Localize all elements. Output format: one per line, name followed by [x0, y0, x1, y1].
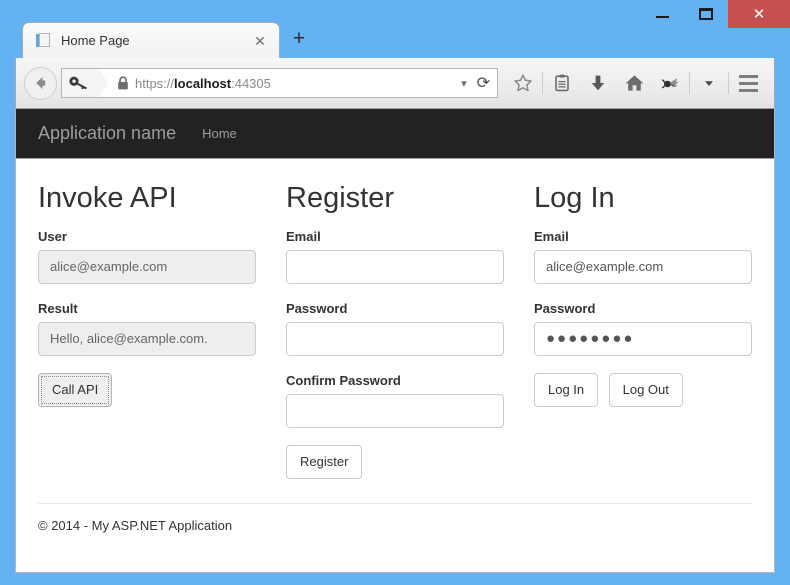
log-in-button[interactable]: Log In — [534, 372, 599, 407]
field-login-password: Password ●●●●●●●● — [534, 301, 752, 356]
register-confirm-password-input[interactable] — [286, 393, 504, 428]
back-button[interactable] — [24, 66, 57, 100]
result-input[interactable]: Hello, alice@example.com. — [38, 321, 256, 356]
reload-icon[interactable]: ⟳ — [477, 73, 490, 93]
bookmark-star-icon[interactable] — [505, 66, 541, 100]
tab-close-icon[interactable]: ✕ — [251, 32, 269, 50]
close-button[interactable]: ✕ — [728, 0, 790, 28]
register-buttons: Register — [286, 444, 504, 479]
home-icon[interactable] — [616, 66, 652, 100]
window-controls: ✕ — [640, 0, 790, 28]
login-password-input[interactable]: ●●●●●●●● — [534, 321, 752, 356]
browser-toolbar: https://localhost:44305 ▾ ⟳ — [15, 58, 775, 109]
downloads-icon[interactable] — [580, 66, 616, 100]
register-button[interactable]: Register — [286, 444, 363, 479]
page-icon — [35, 32, 52, 49]
page-footer: © 2014 - My ASP.NET Application — [38, 502, 752, 533]
new-tab-button[interactable]: + — [282, 22, 316, 56]
column-login: Log In Email alice@example.com Password … — [534, 177, 752, 479]
minimize-button[interactable] — [640, 0, 684, 28]
site-navbar: Application name Home — [16, 109, 774, 159]
extension-bug-icon[interactable] — [652, 66, 688, 100]
field-result: Result Hello, alice@example.com. — [38, 301, 256, 356]
label-login-email: Email — [534, 228, 569, 244]
label-register-email: Email — [286, 228, 321, 244]
invoke-api-buttons: Call API — [38, 372, 256, 407]
chevron-down-icon[interactable]: ▾ — [461, 77, 467, 90]
register-email-input[interactable] — [286, 249, 504, 284]
page-title-login: Log In — [534, 182, 615, 214]
url-host: localhost — [174, 75, 232, 91]
maximize-icon — [699, 8, 713, 20]
maximize-button[interactable] — [684, 0, 728, 28]
lock-icon — [118, 75, 128, 89]
url-port: :44305 — [231, 75, 271, 91]
menu-icon[interactable] — [730, 66, 766, 100]
url-actions: ▾ ⟳ — [454, 73, 497, 93]
key-icon — [69, 76, 87, 90]
page-title-invoke-api: Invoke API — [38, 182, 177, 214]
field-user: User alice@example.com — [38, 229, 256, 284]
user-input[interactable]: alice@example.com — [38, 249, 256, 284]
login-buttons: Log In Log Out — [534, 372, 752, 407]
overflow-chevron-icon[interactable] — [691, 66, 727, 100]
label-user: User — [38, 228, 67, 244]
column-invoke-api: Invoke API User alice@example.com Result… — [38, 177, 256, 479]
label-register-confirm-password: Confirm Password — [286, 372, 401, 388]
field-register-password: Password — [286, 301, 504, 356]
page-container: Invoke API User alice@example.com Result… — [16, 159, 774, 479]
browser-tab[interactable]: Home Page ✕ — [22, 22, 280, 58]
call-api-button[interactable]: Call API — [38, 372, 113, 407]
tab-strip: Home Page ✕ + — [22, 20, 316, 58]
field-register-confirm-password: Confirm Password — [286, 373, 504, 428]
page-title-register: Register — [286, 182, 394, 214]
close-icon: ✕ — [752, 6, 766, 23]
label-result: Result — [38, 300, 78, 316]
register-password-input[interactable] — [286, 321, 504, 356]
column-register: Register Email Password Confirm Password — [286, 177, 504, 479]
url-bar[interactable]: https://localhost:44305 ▾ ⟳ — [61, 68, 498, 98]
label-register-password: Password — [286, 300, 348, 316]
log-out-button[interactable]: Log Out — [608, 372, 683, 407]
title-bar: ✕ Home Page ✕ + — [0, 0, 790, 58]
back-arrow-icon — [35, 77, 45, 89]
url-scheme: https:// — [135, 75, 175, 91]
nav-link-home[interactable]: Home — [202, 126, 237, 141]
site-identity-button[interactable] — [62, 69, 108, 97]
login-email-input[interactable]: alice@example.com — [534, 249, 752, 284]
copyright-text: © 2014 - My ASP.NET Application — [38, 517, 233, 533]
label-login-password: Password — [534, 300, 596, 316]
reading-list-icon[interactable] — [544, 66, 580, 100]
columns-row: Invoke API User alice@example.com Result… — [38, 177, 752, 479]
page-viewport: Application name Home Invoke API User al… — [15, 109, 775, 573]
field-register-email: Email — [286, 229, 504, 284]
field-login-email: Email alice@example.com — [534, 229, 752, 284]
browser-window: ✕ Home Page ✕ + https://localhost:44305 … — [0, 0, 790, 585]
minimize-icon — [655, 16, 669, 18]
site-brand[interactable]: Application name — [38, 123, 176, 144]
url-text[interactable]: https://localhost:44305 — [135, 76, 454, 91]
tab-title: Home Page — [61, 33, 130, 48]
toolbar-icons — [505, 66, 766, 100]
